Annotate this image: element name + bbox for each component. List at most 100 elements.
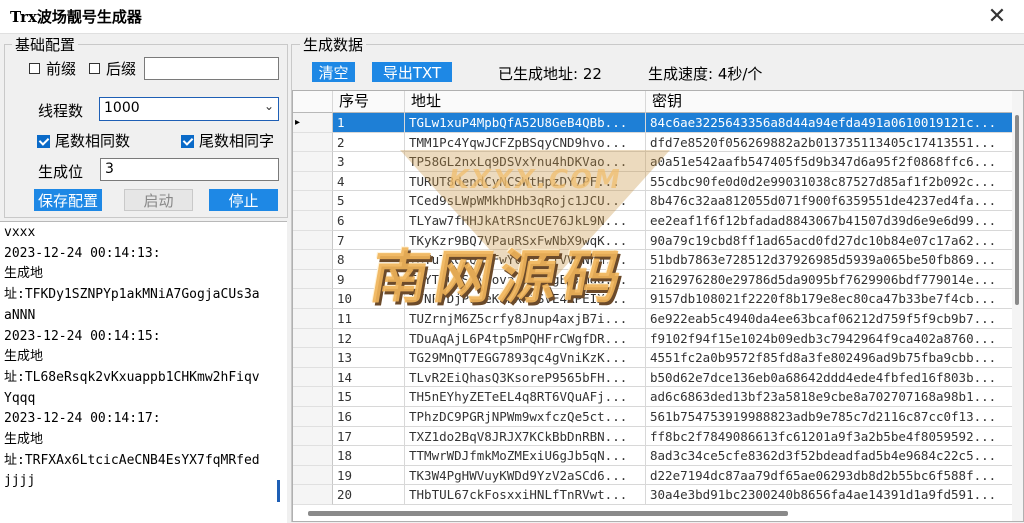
- cell-index[interactable]: 17: [333, 426, 405, 447]
- log-panel[interactable]: vxxx 2023-12-24 00:14:13: 生成地 址:TFKDy1SZ…: [0, 221, 287, 523]
- cell-address[interactable]: TTMwrWDJfmkMoZMExiU6gJb5qN...: [405, 446, 646, 466]
- table-row[interactable]: 13 TG29MnQT7EGG7893qc4gVniKzK... 4551fc2a0…: [293, 348, 1013, 368]
- cell-index[interactable]: 19: [333, 465, 405, 486]
- tail-same-char-checkbox[interactable]: [181, 135, 194, 148]
- cell-key[interactable]: f9102f94f15e1024b09edb3c7942964f9ca402a8…: [646, 328, 1013, 349]
- row-header[interactable]: [293, 328, 333, 349]
- log-line: aNNN: [4, 307, 36, 323]
- row-header[interactable]: [293, 211, 333, 231]
- cell-index[interactable]: 6: [333, 211, 405, 231]
- cell-key[interactable]: a0a51e542aafb547405f5d9b347d6a95f2f0868f…: [646, 152, 1013, 172]
- cell-key[interactable]: d22e7194dc87aa79df65ae06293db8d2b55bc6f5…: [646, 465, 1013, 486]
- cell-key[interactable]: 90a79c19cbd8ff1ad65acd0fd27dc10b84e07c17…: [646, 230, 1013, 251]
- cell-key[interactable]: 9157db108021f2220f8b179e8ec80ca47b33be7f…: [646, 289, 1013, 309]
- cell-key[interactable]: dfd7e8520f056269882a2b013735113405c17413…: [646, 132, 1013, 153]
- cell-index[interactable]: 16: [333, 407, 405, 427]
- close-button[interactable]: ✕: [974, 2, 1020, 30]
- cell-key[interactable]: ad6c6863ded13bf23a5818e9cbe8a702707168a9…: [646, 387, 1013, 407]
- cell-index[interactable]: 4: [333, 171, 405, 192]
- tail-same-num-label: 尾数相同数: [55, 132, 131, 150]
- row-header[interactable]: [293, 348, 333, 368]
- cell-index[interactable]: 3: [333, 152, 405, 172]
- log-line: 2023-12-24 00:14:17:: [4, 411, 161, 427]
- cell-key[interactable]: 4551fc2a0b9572f85fd8a3fe802496ad9b75fba9…: [646, 348, 1013, 368]
- table-row[interactable]: 17 TXZ1do2BqV8JRJX7KCkBbDnRBN... ff8bc2f78…: [293, 426, 1013, 447]
- cell-index[interactable]: 13: [333, 348, 405, 368]
- row-header[interactable]: [293, 132, 333, 153]
- table-vertical-scrollbar-thumb[interactable]: [1015, 115, 1019, 305]
- cell-address[interactable]: TDuAqAjL6P4tp5mPQHFrCWgfDR...: [405, 328, 646, 349]
- cell-key[interactable]: 8b476c32aa812055d071f900f6359551de4237ed…: [646, 191, 1013, 211]
- cell-index[interactable]: 12: [333, 328, 405, 349]
- row-header[interactable]: [293, 171, 333, 192]
- table-row[interactable]: 20 THbTUL67ckFosxxiHNLfTnRVwt... 30a4e3bd9…: [293, 485, 1013, 505]
- window-title: Trx波场靓号生成器: [10, 8, 142, 26]
- cell-address[interactable]: TPhzDC9PGRjNPWm9wxfczQe5ct...: [405, 407, 646, 427]
- cell-index[interactable]: 1: [333, 113, 405, 133]
- cell-address[interactable]: TLvR2EiQhasQ3KsoreP9565bFH...: [405, 367, 646, 388]
- column-header-key[interactable]: 密钥: [646, 91, 1013, 113]
- log-scrollbar-thumb[interactable]: [277, 480, 280, 502]
- tail-same-num-checkbox[interactable]: [37, 135, 50, 148]
- row-header[interactable]: [293, 367, 333, 388]
- watermark-sub-text: KXXX.COM: [445, 165, 625, 195]
- table-row[interactable]: 15 TH5nEYhyZETeEL4q8RT6VQuAFj... ad6c6863d…: [293, 387, 1013, 407]
- cell-key[interactable]: 51bdb7863e728512d37926985d5939a065be50fb…: [646, 250, 1013, 270]
- table-row[interactable]: 16 TPhzDC9PGRjNPWm9wxfczQe5ct... 561b75475…: [293, 407, 1013, 427]
- cell-address[interactable]: TH5nEYhyZETeEL4q8RT6VQuAFj...: [405, 387, 646, 407]
- cell-index[interactable]: 15: [333, 387, 405, 407]
- log-line: 址:TL68eRsqk2vKxuappb1CHKmw2hFiqv: [4, 369, 260, 385]
- cell-key[interactable]: 2162976280e29786d5da9095bf7629906bdf7790…: [646, 269, 1013, 290]
- cell-key[interactable]: 561b754753919988823adb9e785c7d2116c87cc0…: [646, 407, 1013, 427]
- cell-address[interactable]: TXZ1do2BqV8JRJX7KCkBbDnRBN...: [405, 426, 646, 447]
- cell-key[interactable]: ee2eaf1f6f12bfadad8843067b41507d39d6e9e6…: [646, 211, 1013, 231]
- row-header[interactable]: [293, 191, 333, 211]
- prefix-checkbox[interactable]: [29, 63, 40, 74]
- cell-key[interactable]: ff8bc2f7849086613fc61201a9f3a2b5be4f8059…: [646, 426, 1013, 447]
- column-header-index[interactable]: 序号: [333, 91, 405, 113]
- gen-pos-input[interactable]: 3: [100, 158, 279, 181]
- cell-key[interactable]: 8ad3c34ce5cfe8362d3f52bdeadfad5b4e9684c2…: [646, 446, 1013, 466]
- stop-button[interactable]: 停止: [209, 189, 278, 211]
- table-row[interactable]: 19 TK3W4PgHWVuyKWDd9YzV2aSCd6... d22e7194d…: [293, 465, 1013, 486]
- cell-index[interactable]: 14: [333, 367, 405, 388]
- row-header-corner: [293, 91, 333, 113]
- column-header-address[interactable]: 地址: [405, 91, 646, 113]
- start-button[interactable]: 启动: [124, 189, 193, 211]
- row-header[interactable]: [293, 465, 333, 486]
- table-row[interactable]: ▸ 1 TGLw1xuP4MpbQfA52U8GeB4QBb... 84c6ae322…: [293, 113, 1013, 133]
- cell-address[interactable]: TG29MnQT7EGG7893qc4gVniKzK...: [405, 348, 646, 368]
- row-header[interactable]: [293, 407, 333, 427]
- cell-address[interactable]: THbTUL67ckFosxxiHNLfTnRVwt...: [405, 485, 646, 505]
- cell-key[interactable]: 55cdbc90fe0d0d2e99031038c87527d85af1f2b0…: [646, 171, 1013, 192]
- save-config-button[interactable]: 保存配置: [34, 189, 102, 211]
- cell-key[interactable]: b50d62e7dce136eb0a68642ddd4ede4fbfed16f8…: [646, 367, 1013, 388]
- threads-select[interactable]: 1000 ⌄: [99, 97, 279, 121]
- row-header[interactable]: [293, 152, 333, 172]
- row-header[interactable]: [293, 485, 333, 505]
- row-header[interactable]: [293, 426, 333, 447]
- cell-key[interactable]: 30a4e3bd91bc2300240b8656fa4ae14391d1a9fd…: [646, 485, 1013, 505]
- current-row-indicator[interactable]: ▸: [293, 113, 333, 133]
- suffix-input[interactable]: [144, 57, 279, 80]
- cell-key[interactable]: 6e922eab5c4940da4ee63bcaf06212d759f5f9cb…: [646, 309, 1013, 329]
- cell-index[interactable]: 2: [333, 132, 405, 153]
- cell-address[interactable]: TGLw1xuP4MpbQfA52U8GeB4QBb...: [405, 113, 646, 133]
- generated-count: 已生成地址: 22: [498, 65, 602, 83]
- table-row[interactable]: 12 TDuAqAjL6P4tp5mPQHFrCWgfDR... f9102f94f…: [293, 328, 1013, 349]
- threads-label: 线程数: [38, 102, 84, 120]
- export-txt-button[interactable]: 导出TXT: [372, 62, 452, 82]
- cell-key[interactable]: 84c6ae3225643356a8d44a94efda491a06100191…: [646, 113, 1013, 133]
- row-header[interactable]: [293, 446, 333, 466]
- clear-button[interactable]: 清空: [312, 62, 355, 82]
- cell-index[interactable]: 5: [333, 191, 405, 211]
- table-row[interactable]: 14 TLvR2EiQhasQ3KsoreP9565bFH... b50d62e7d…: [293, 367, 1013, 388]
- suffix-checkbox[interactable]: [89, 63, 100, 74]
- cell-index[interactable]: 18: [333, 446, 405, 466]
- table-row[interactable]: 18 TTMwrWDJfmkMoZMExiU6gJb5qN... 8ad3c34ce…: [293, 446, 1013, 466]
- table-horizontal-scrollbar-thumb[interactable]: [308, 511, 788, 516]
- log-line: 生成地: [4, 432, 44, 448]
- cell-index[interactable]: 20: [333, 485, 405, 505]
- row-header[interactable]: [293, 387, 333, 407]
- cell-address[interactable]: TK3W4PgHWVuyKWDd9YzV2aSCd6...: [405, 465, 646, 486]
